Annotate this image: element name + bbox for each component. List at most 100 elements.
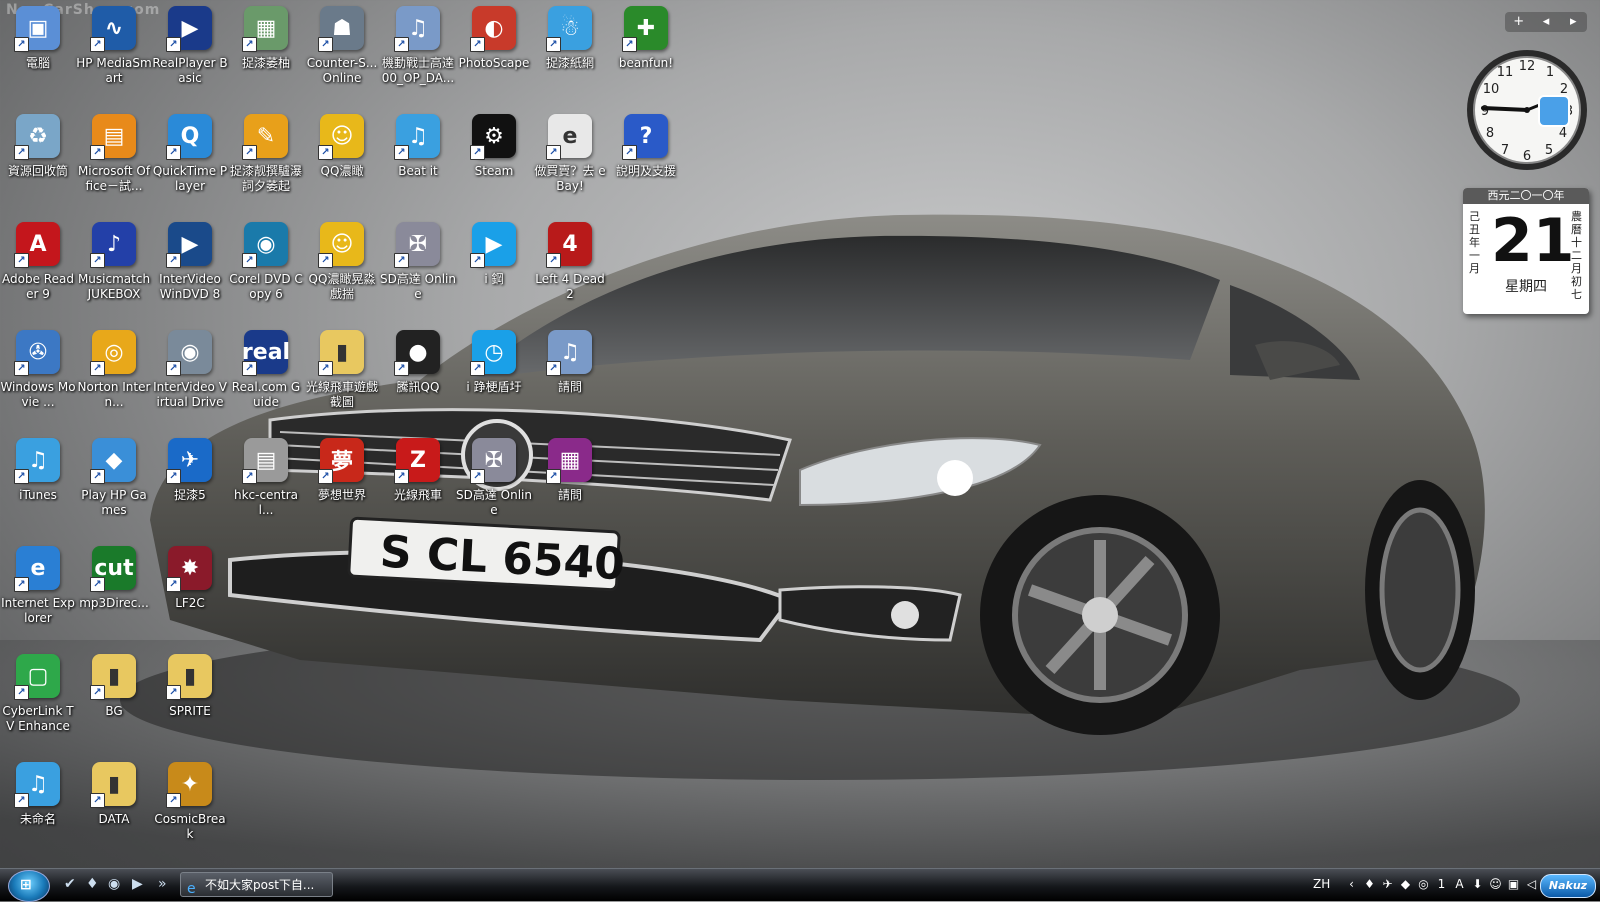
adobe-reader-icon: A ↗ (14, 222, 60, 268)
quick-launch-show-desktop-icon[interactable]: ✔ (64, 876, 76, 892)
tray-icon[interactable]: 1 (1434, 875, 1449, 893)
desktop-icon[interactable]: ✈ ↗ 捉漆5 (152, 432, 228, 540)
desktop-icon[interactable]: ▦ ↗ 請問 (532, 432, 608, 540)
desktop-icon[interactable]: e ↗ 做買賣？去 eBay! (532, 108, 608, 216)
taskbar-window-button[interactable]: e 不如大家post下自... (180, 872, 333, 897)
desktop-icon[interactable]: cut ↗ mp3Direc... (76, 540, 152, 648)
shortcut-arrow-icon: ↗ (14, 577, 29, 592)
desktop-icon[interactable]: ◷ ↗ i 踭梗盾圩 (456, 324, 532, 432)
gadget-controls[interactable]: + ◂ ▸ (1505, 12, 1587, 32)
shortcut-arrow-icon: ↗ (14, 37, 29, 52)
desktop-icon[interactable]: ▮ ↗ BG (76, 648, 152, 756)
desktop-icon[interactable]: ▶ ↗ InterVideo WinDVD 8 (152, 216, 228, 324)
tray-icon[interactable]: ✈ (1380, 875, 1395, 893)
tray-icon[interactable]: ⬇ (1470, 875, 1485, 893)
mp3directcut-icon: cut ↗ (90, 546, 136, 592)
desktop-icon[interactable]: ✚ ↗ beanfun! (608, 0, 684, 108)
desktop-icon[interactable]: ♻ ↗ 資源回收筒 (0, 108, 76, 216)
tray-icon[interactable]: ◎ (1416, 875, 1431, 893)
desktop-icon[interactable]: ▶ ↗ i 鋼 (456, 216, 532, 324)
desktop-icon[interactable]: 4 ↗ Left 4 Dead 2 (532, 216, 608, 324)
desktop-icon[interactable]: 夢 ↗ 夢想世界 (304, 432, 380, 540)
desktop-icon[interactable]: e ↗ Internet Explorer (0, 540, 76, 648)
desktop-icon[interactable]: ▢ ↗ CyberLink TV Enhance (0, 648, 76, 756)
previous-gadget-button[interactable]: ◂ (1532, 12, 1559, 32)
desktop-icon[interactable]: ◐ ↗ PhotoScape (456, 0, 532, 108)
musicmatch-icon: ♪ ↗ (90, 222, 136, 268)
desktop-icon[interactable]: ✦ ↗ CosmicBreak (152, 756, 228, 864)
desktop-icon-label: 請問 (557, 488, 582, 502)
desktop-icon[interactable]: A ↗ Adobe Reader 9 (0, 216, 76, 324)
tray-icon[interactable]: ▣ (1506, 875, 1521, 893)
desktop-icon[interactable]: ♪ ↗ Musicmatch JUKEBOX (76, 216, 152, 324)
desktop-icon[interactable]: ☃ ↗ 捉漆紙網 (532, 0, 608, 108)
desktop-icon[interactable]: ✎ ↗ 捉漆靓撰驢瀑詞夕萎起 (228, 108, 304, 216)
app-person-icon: ☃ ↗ (546, 6, 592, 52)
clock-gadget[interactable]: 1212 345 678 91011 (1465, 48, 1589, 172)
gauge-icon: ◷ ↗ (470, 330, 516, 376)
desktop-icon[interactable]: ▦ ↗ 捉漆萎柚 (228, 0, 304, 108)
desktop-icon[interactable]: ? ↗ 說明及支援 (608, 108, 684, 216)
desktop-icon-label: Corel DVD Copy 6 (229, 272, 303, 301)
desktop-icon-label: 說明及支援 (615, 164, 676, 178)
tray-icon[interactable]: ◆ (1398, 875, 1413, 893)
system-tray: ‹ ♦ ✈ ◆ ◎ 1 A ⬇ ☺ ▣ ◁ (1344, 875, 1539, 893)
quick-launch-player-icon[interactable]: ▶ (132, 876, 143, 892)
add-gadget-button[interactable]: + (1505, 12, 1532, 32)
desktop-icon[interactable]: ◆ ↗ Play HP Games (76, 432, 152, 540)
desktop-icon-label: PhotoScape (458, 56, 530, 70)
desktop-icon[interactable]: ◉ ↗ InterVideo Virtual Drive (152, 324, 228, 432)
itunes-icon: ♫ ↗ (14, 438, 60, 484)
desktop-icon[interactable]: ▣ ↗ 電腦 (0, 0, 76, 108)
nakuz-tray-button[interactable]: Nakuz (1540, 874, 1596, 898)
desktop-icon[interactable]: ♫ ↗ 機動戰士高達00_OP_DA... (380, 0, 456, 108)
tray-icon[interactable]: ♦ (1362, 875, 1377, 893)
desktop-icon[interactable]: ☺ ↗ QQ濃瞰晃淼戲揣 (304, 216, 380, 324)
quick-launch-overflow[interactable]: » (158, 876, 167, 892)
calendar-gadget[interactable]: 西元二〇一〇年 己丑年 一月 21 星期四 農曆十二月初七 (1463, 188, 1589, 314)
desktop-icon[interactable]: ✇ ↗ Windows Movie ... (0, 324, 76, 432)
desktop-icon[interactable]: ▮ ↗ DATA (76, 756, 152, 864)
desktop-icon[interactable]: ◉ ↗ Corel DVD Copy 6 (228, 216, 304, 324)
desktop-icon[interactable]: ✠ ↗ SD高達 Online (380, 216, 456, 324)
desktop-icon[interactable]: ✠ ↗ SD高達 Online (456, 432, 532, 540)
desktop-icon[interactable]: ♫ ↗ Beat it (380, 108, 456, 216)
desktop-icon[interactable]: ● ↗ 騰訊QQ (380, 324, 456, 432)
start-button[interactable]: ⊞ (8, 870, 50, 902)
desktop-icon[interactable]: ∿ ↗ HP MediaSmart (76, 0, 152, 108)
tray-icon[interactable]: ☺ (1488, 875, 1503, 893)
tray-icon[interactable]: A (1452, 875, 1467, 893)
desktop-icon[interactable]: ▤ ↗ Microsoft Office－試... (76, 108, 152, 216)
desktop-icon-label: 捉漆5 (174, 488, 206, 502)
desktop-icon[interactable]: ✸ ↗ LF2C (152, 540, 228, 648)
tray-icon[interactable]: ‹ (1344, 875, 1359, 893)
language-indicator[interactable]: ZH (1313, 877, 1330, 891)
desktop-icon[interactable]: ♫ ↗ 未命名 (0, 756, 76, 864)
desktop-icon[interactable]: Z ↗ 光線飛車 (380, 432, 456, 540)
desktop-icon[interactable]: real ↗ Real.com Guide (228, 324, 304, 432)
quick-launch-browser-icon[interactable]: ◉ (108, 876, 120, 892)
shortcut-arrow-icon: ↗ (470, 145, 485, 160)
desktop-icon[interactable]: ▮ ↗ 光線飛車遊戲截圖 (304, 324, 380, 432)
quick-launch-media-icon[interactable]: ♦ (86, 876, 99, 892)
windvd-icon: ▶ ↗ (166, 222, 212, 268)
desktop-icon-label: QQ濃瞰 (320, 164, 364, 178)
next-gadget-button[interactable]: ▸ (1560, 12, 1587, 32)
desktop-icon[interactable]: ⚙ ↗ Steam (456, 108, 532, 216)
desktop-icon[interactable]: ▮ ↗ SPRITE (152, 648, 228, 756)
shortcut-arrow-icon: ↗ (242, 37, 257, 52)
desktop-icon[interactable]: ◎ ↗ Norton Intern... (76, 324, 152, 432)
desktop-icon[interactable]: ☺ ↗ QQ濃瞰 (304, 108, 380, 216)
desktop-icon[interactable]: Q ↗ QuickTime Player (152, 108, 228, 216)
tray-icon[interactable]: ◁ (1524, 875, 1539, 893)
calendar-lunar-year: 己丑年 一月 (1469, 210, 1480, 275)
shortcut-arrow-icon: ↗ (394, 469, 409, 484)
help-icon: ? ↗ (622, 114, 668, 160)
shortcut-arrow-icon: ↗ (318, 361, 333, 376)
desktop-icon[interactable]: ▤ ↗ hkc-central... (228, 432, 304, 540)
shortcut-arrow-icon: ↗ (14, 793, 29, 808)
desktop-icon[interactable]: ♫ ↗ 請問 (532, 324, 608, 432)
desktop-icon[interactable]: ☗ ↗ Counter-S... Online (304, 0, 380, 108)
desktop-icon[interactable]: ▶ ↗ RealPlayer Basic (152, 0, 228, 108)
desktop-icon[interactable]: ♫ ↗ iTunes (0, 432, 76, 540)
